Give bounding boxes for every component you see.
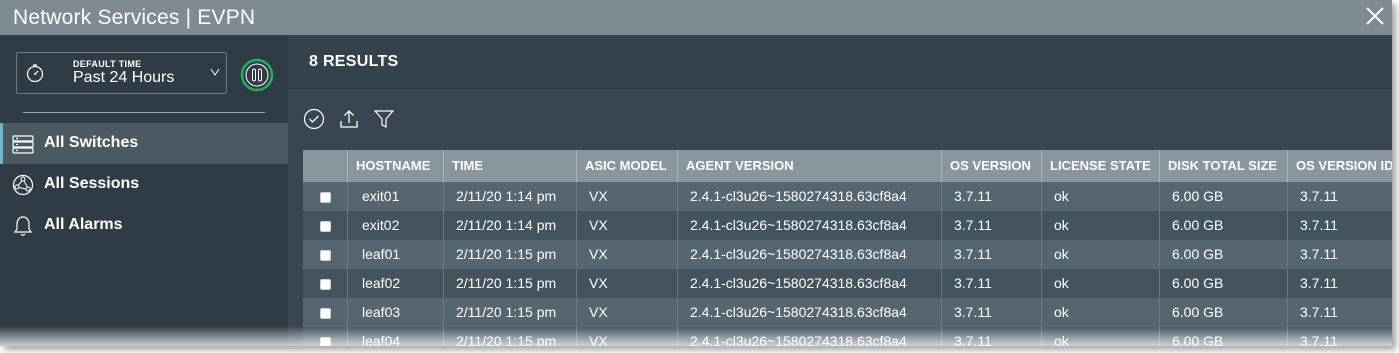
window-title: Network Services | EVPN [13, 6, 256, 29]
table-row[interactable]: exit02 2/11/20 1:14 pm VX 2.4.1-cl3u26~1580… [303, 211, 1392, 240]
cell-os-version-id: 3.7.11 [1287, 327, 1392, 346]
cell-license-state: ok [1041, 240, 1159, 269]
cell-asic-model: VX [576, 182, 677, 211]
cell-time: 2/11/20 1:14 pm [443, 182, 576, 211]
results-header: 8 RESULTS [288, 35, 1392, 89]
header-select-column [303, 150, 347, 182]
title-bar: Network Services | EVPN [0, 0, 1392, 35]
close-icon[interactable] [1362, 3, 1388, 29]
filter-icon[interactable] [373, 108, 395, 130]
sessions-globe-icon [12, 174, 34, 196]
cell-os-version-id: 3.7.11 [1287, 298, 1392, 327]
row-checkbox[interactable] [320, 192, 331, 203]
cell-agent-version: 2.4.1-cl3u26~1580274318.63cf8a4 [677, 298, 941, 327]
time-range-dropdown[interactable]: DEFAULT TIME Past 24 Hours [16, 52, 227, 94]
column-header-agent-version[interactable]: AGENT VERSION [677, 150, 941, 182]
column-header-asic-model[interactable]: ASIC MODEL [576, 150, 677, 182]
cell-asic-model: VX [576, 211, 677, 240]
cell-os-version: 3.7.11 [941, 211, 1041, 240]
cell-time: 2/11/20 1:15 pm [443, 327, 576, 346]
time-label: DEFAULT TIME [73, 59, 142, 69]
sidebar-item-all-sessions[interactable]: All Sessions [0, 164, 288, 205]
column-header-license-state[interactable]: LICENSE STATE [1041, 150, 1159, 182]
cell-os-version-id: 3.7.11 [1287, 182, 1392, 211]
table-row[interactable]: leaf04 2/11/20 1:15 pm VX 2.4.1-cl3u26~1580… [303, 327, 1392, 346]
cell-os-version-id: 3.7.11 [1287, 240, 1392, 269]
table-row[interactable]: leaf01 2/11/20 1:15 pm VX 2.4.1-cl3u26~1580… [303, 240, 1392, 269]
cell-os-version: 3.7.11 [941, 182, 1041, 211]
cell-license-state: ok [1041, 211, 1159, 240]
switch-list-icon [12, 135, 34, 154]
cell-os-version-id: 3.7.11 [1287, 211, 1392, 240]
cell-os-version: 3.7.11 [941, 298, 1041, 327]
cell-os-version: 3.7.11 [941, 327, 1041, 346]
cell-os-version: 3.7.11 [941, 269, 1041, 298]
row-checkbox[interactable] [320, 250, 331, 261]
cell-license-state: ok [1041, 182, 1159, 211]
cell-time: 2/11/20 1:15 pm [443, 298, 576, 327]
cell-agent-version: 2.4.1-cl3u26~1580274318.63cf8a4 [677, 327, 941, 346]
cell-time: 2/11/20 1:15 pm [443, 269, 576, 298]
table-row[interactable]: leaf02 2/11/20 1:15 pm VX 2.4.1-cl3u26~1580… [303, 269, 1392, 298]
cell-hostname: leaf01 [347, 240, 443, 269]
cell-disk-total-size: 6.00 GB [1159, 240, 1287, 269]
column-header-time[interactable]: TIME [443, 150, 576, 182]
sidebar-item-all-switches[interactable]: All Switches [0, 123, 288, 164]
row-checkbox[interactable] [320, 308, 331, 319]
cell-disk-total-size: 6.00 GB [1159, 211, 1287, 240]
cell-hostname: exit02 [347, 211, 443, 240]
export-icon[interactable] [338, 108, 360, 130]
cell-disk-total-size: 6.00 GB [1159, 298, 1287, 327]
bell-icon [13, 216, 33, 236]
sidebar-item-label: All Switches [44, 134, 139, 151]
cell-hostname: leaf04 [347, 327, 443, 346]
cell-asic-model: VX [576, 269, 677, 298]
cell-agent-version: 2.4.1-cl3u26~1580274318.63cf8a4 [677, 182, 941, 211]
cell-asic-model: VX [576, 298, 677, 327]
pause-refresh-button[interactable] [240, 58, 274, 92]
stopwatch-icon [26, 64, 44, 83]
row-checkbox[interactable] [320, 337, 331, 346]
main-panel: 8 RESULTS HOSTNAME TIME ASIC MODEL AGENT… [288, 35, 1392, 346]
cell-hostname: leaf03 [347, 298, 443, 327]
sidebar-divider [23, 112, 265, 113]
cell-disk-total-size: 6.00 GB [1159, 269, 1287, 298]
cell-license-state: ok [1041, 327, 1159, 346]
cell-asic-model: VX [576, 327, 677, 346]
row-checkbox[interactable] [320, 221, 331, 232]
chevron-down-icon [210, 68, 220, 76]
column-header-os-version[interactable]: OS VERSION [941, 150, 1041, 182]
cell-time: 2/11/20 1:14 pm [443, 211, 576, 240]
table-row[interactable]: leaf03 2/11/20 1:15 pm VX 2.4.1-cl3u26~1580… [303, 298, 1392, 327]
cell-license-state: ok [1041, 269, 1159, 298]
cell-hostname: leaf02 [347, 269, 443, 298]
cell-license-state: ok [1041, 298, 1159, 327]
cell-disk-total-size: 6.00 GB [1159, 182, 1287, 211]
sidebar-item-label: All Sessions [44, 175, 140, 192]
column-header-disk-total-size[interactable]: DISK TOTAL SIZE [1159, 150, 1287, 182]
table-header: HOSTNAME TIME ASIC MODEL AGENT VERSION O… [303, 150, 1392, 182]
cell-disk-total-size: 6.00 GB [1159, 327, 1287, 346]
cell-os-version-id: 3.7.11 [1287, 269, 1392, 298]
results-count: 8 RESULTS [309, 53, 399, 70]
select-all-check-icon[interactable] [303, 108, 325, 130]
row-checkbox[interactable] [320, 279, 331, 290]
time-value: Past 24 Hours [73, 69, 175, 86]
column-header-os-version-id[interactable]: OS VERSION ID [1287, 150, 1392, 182]
sidebar-item-all-alarms[interactable]: All Alarms [0, 205, 288, 246]
column-header-hostname[interactable]: HOSTNAME [347, 150, 443, 182]
network-services-window: Network Services | EVPN DEFAULT TIME Pas… [0, 0, 1392, 346]
sidebar: DEFAULT TIME Past 24 Hours All Switches [0, 35, 288, 346]
cell-agent-version: 2.4.1-cl3u26~1580274318.63cf8a4 [677, 211, 941, 240]
cell-time: 2/11/20 1:15 pm [443, 240, 576, 269]
cell-os-version: 3.7.11 [941, 240, 1041, 269]
table-row[interactable]: exit01 2/11/20 1:14 pm VX 2.4.1-cl3u26~1580… [303, 182, 1392, 211]
cell-agent-version: 2.4.1-cl3u26~1580274318.63cf8a4 [677, 269, 941, 298]
cell-agent-version: 2.4.1-cl3u26~1580274318.63cf8a4 [677, 240, 941, 269]
sidebar-item-label: All Alarms [44, 216, 123, 233]
cell-hostname: exit01 [347, 182, 443, 211]
cell-asic-model: VX [576, 240, 677, 269]
